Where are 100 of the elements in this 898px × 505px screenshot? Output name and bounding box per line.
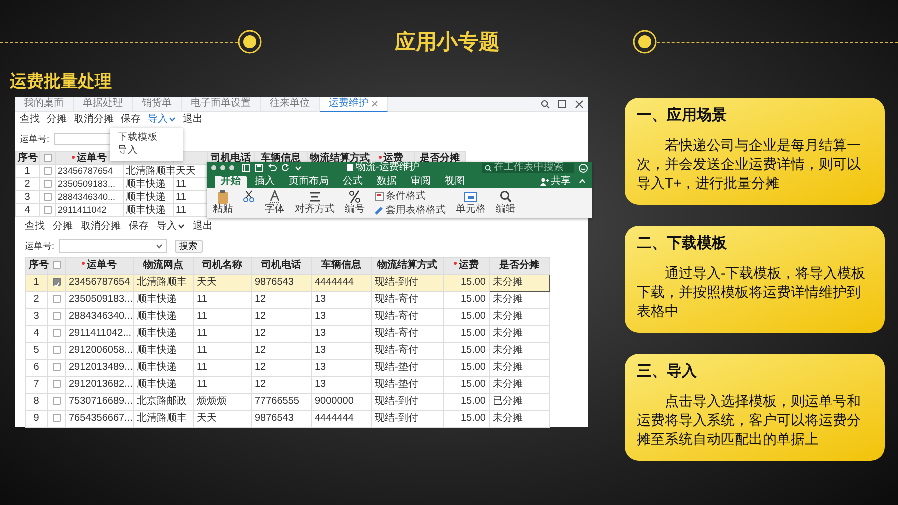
undo-icon[interactable]	[268, 164, 277, 172]
tab[interactable]: 我的桌面	[15, 97, 74, 111]
table-cell: 4	[26, 326, 48, 342]
checkbox[interactable]	[52, 261, 60, 270]
checkbox[interactable]	[52, 380, 60, 388]
table-cell: 顺丰快递	[134, 376, 194, 394]
card-text: 通过导入-下载模板，将导入模板下载，并按照模板将运费详情维护到表格中	[637, 264, 867, 321]
ribbon-label: 字体	[265, 204, 285, 216]
circle-dot-icon	[633, 30, 657, 54]
tab[interactable]: 运费维护	[320, 97, 388, 112]
table-cell: 未分摊	[490, 274, 550, 292]
table-cell: 2884346340...	[66, 308, 134, 326]
tab[interactable]: 电子面单设置	[182, 97, 261, 111]
sidebar-icon[interactable]	[242, 164, 250, 172]
toolbar-button[interactable]: 查找	[20, 113, 40, 126]
table-cell: 15.00	[444, 342, 490, 360]
ribbon-button[interactable]: 条件格式	[375, 190, 446, 203]
toolbar-button[interactable]: 退出	[183, 113, 203, 126]
table-cell: 13	[312, 376, 372, 394]
collapse-icon[interactable]	[579, 179, 586, 184]
search-icon[interactable]	[541, 100, 550, 108]
table-cell: 11	[194, 360, 252, 376]
close-icon[interactable]	[575, 100, 584, 108]
table-cell: 2	[26, 292, 48, 308]
checkbox[interactable]	[52, 414, 60, 422]
table-cell: 现结-垫付	[372, 360, 444, 376]
checkbox[interactable]	[44, 180, 52, 188]
checkbox[interactable]	[52, 329, 60, 338]
toolbar-button[interactable]: 分摊	[47, 113, 67, 126]
align-icon[interactable]	[309, 190, 321, 204]
toolbar-button[interactable]: 导入	[157, 220, 185, 233]
checkbox[interactable]	[52, 363, 60, 372]
search-icon[interactable]	[500, 190, 512, 204]
card-title: 三、导入	[637, 362, 698, 382]
checkbox[interactable]	[52, 278, 60, 286]
ribbon-button[interactable]: 套用表格格式	[375, 204, 446, 217]
table-cell: 2911411042...	[66, 326, 134, 342]
table-cell: 11	[194, 376, 252, 394]
toolbar-button[interactable]: 保存	[129, 220, 149, 233]
expand-icon[interactable]	[558, 100, 567, 108]
column-header: 序号	[26, 258, 48, 274]
checkbox[interactable]	[52, 312, 60, 320]
table-cell: 现结-寄付	[372, 308, 444, 326]
ribbon-tab[interactable]: 页面布局	[283, 176, 335, 188]
column-header: 物流网点	[134, 258, 194, 274]
window-controls-icon	[211, 165, 237, 171]
column-header: 运费	[444, 258, 490, 274]
save-icon[interactable]	[255, 164, 263, 172]
toolbar-button[interactable]: 分摊	[53, 220, 73, 233]
table-cell: 现结-寄付	[372, 342, 444, 360]
table-cell: 未分摊	[490, 360, 550, 376]
table-cell: 15.00	[444, 360, 490, 376]
checkbox[interactable]	[44, 206, 52, 214]
ribbon-tab[interactable]: 数据	[371, 176, 403, 188]
font-icon[interactable]	[269, 190, 281, 204]
table-cell-icon[interactable]	[464, 190, 478, 204]
ribbon-tab[interactable]: 审阅	[405, 176, 437, 188]
tab[interactable]: 销货单	[133, 97, 182, 111]
checkbox[interactable]	[52, 295, 60, 304]
table-cell: 北清路顺丰	[134, 274, 194, 292]
checkbox[interactable]	[44, 166, 52, 175]
table-cell: 77766555	[252, 394, 312, 410]
scissors-icon[interactable]	[243, 190, 255, 204]
ribbon-tab[interactable]: 插入	[249, 176, 281, 188]
checkbox[interactable]	[52, 397, 60, 406]
redo-icon[interactable]	[282, 164, 290, 172]
toolbar-button[interactable]: 取消分摊	[74, 113, 114, 126]
tab[interactable]: 单据处理	[74, 97, 133, 111]
percent-icon[interactable]	[349, 190, 361, 204]
circle-dot-icon	[238, 30, 262, 54]
share-button[interactable]: 共享	[540, 176, 571, 188]
checkbox[interactable]	[52, 346, 60, 354]
table-cell: 烦烦烦	[194, 394, 252, 410]
toolbar-button[interactable]: 查找	[25, 220, 45, 233]
toolbar-button[interactable]: 导入	[148, 113, 176, 126]
ribbon-label: 对齐方式	[295, 204, 335, 216]
search-button[interactable]: 搜索	[174, 240, 203, 252]
checkbox[interactable]	[44, 154, 52, 162]
ribbon-tab[interactable]: 公式	[337, 176, 369, 188]
dropdown-field[interactable]	[58, 239, 167, 253]
toolbar-button[interactable]: 取消分摊	[81, 220, 121, 233]
smiley-icon[interactable]	[579, 164, 588, 172]
table-cell: 13	[312, 360, 372, 376]
table-cell: 4444444	[312, 410, 372, 428]
table-cell: 北京路邮政	[134, 394, 194, 410]
table-cell: 顺丰快递	[134, 292, 194, 308]
ribbon-tab[interactable]: 视图	[439, 176, 471, 188]
search-field[interactable]: 在工作表中搜索	[482, 163, 574, 173]
table-cell: 5	[26, 342, 48, 360]
table-cell: 15.00	[444, 326, 490, 342]
table-cell: 现结-到付	[372, 274, 444, 292]
table-cell: 2350509183...	[56, 178, 124, 190]
clipboard-icon[interactable]	[217, 190, 229, 204]
checkbox[interactable]	[44, 192, 52, 201]
toolbar-button[interactable]: 退出	[193, 220, 213, 233]
toolbar-button[interactable]: 保存	[121, 113, 141, 126]
menu-item[interactable]: 下载模板	[110, 131, 183, 144]
table-cell: 2350509183...	[66, 292, 134, 308]
ribbon-tab[interactable]: 开始	[215, 176, 247, 188]
card-text: 若快递公司与企业是每月结算一次，并会发送企业运费详情，则可以导入T+，进行批量分摊	[637, 136, 862, 193]
